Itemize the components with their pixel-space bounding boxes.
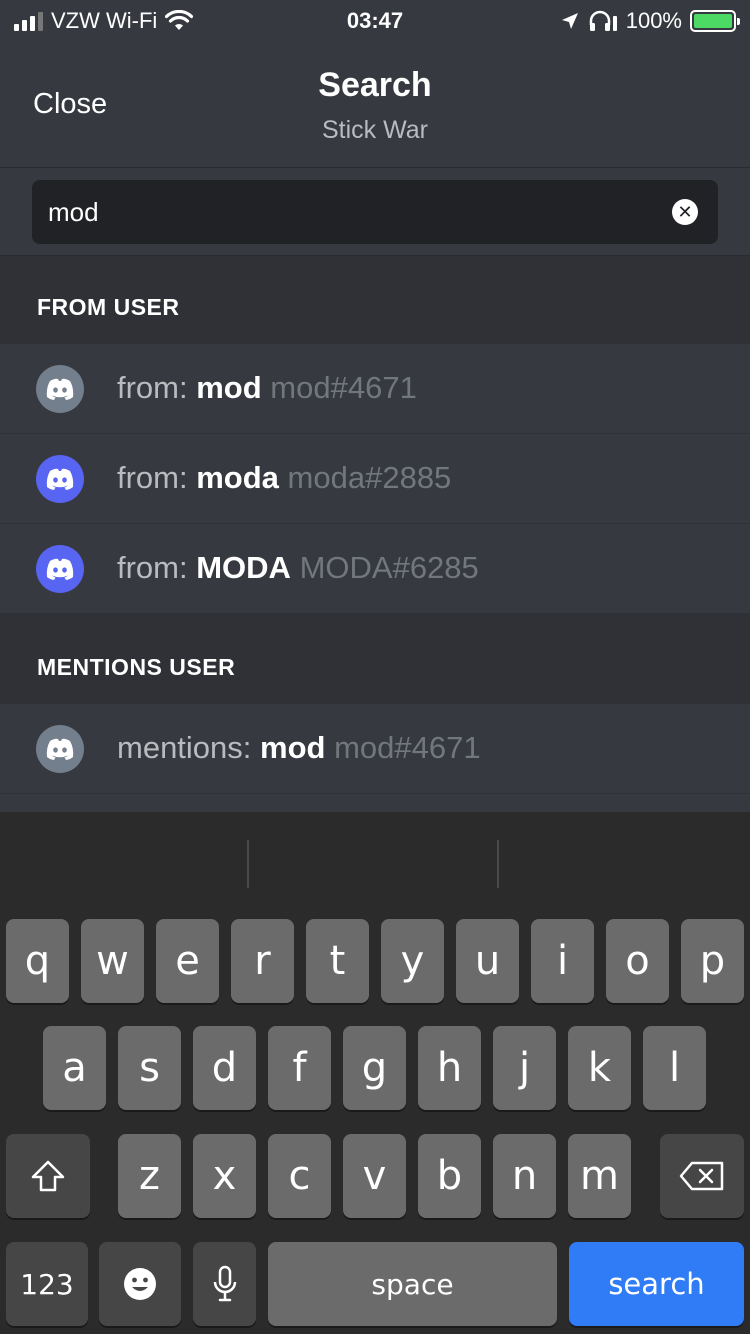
row-prefix: from: <box>117 460 197 495</box>
row-text: mentions: mod mod#4671 <box>117 730 481 766</box>
key-g[interactable]: g <box>343 1026 406 1110</box>
row-usertag: MODA#6285 <box>299 550 479 585</box>
key-d[interactable]: d <box>193 1026 256 1110</box>
key-j[interactable]: j <box>493 1026 556 1110</box>
key-n[interactable]: n <box>493 1134 556 1218</box>
key-w[interactable]: w <box>81 919 144 1003</box>
row-text: from: mod mod#4671 <box>117 370 417 406</box>
key-h[interactable]: h <box>418 1026 481 1110</box>
row-usertag: mod#4671 <box>270 370 417 405</box>
row-prefix: mentions: <box>117 730 261 765</box>
key-z[interactable]: z <box>118 1134 181 1218</box>
row-prefix: from: <box>117 550 197 585</box>
list-item[interactable]: mentions: mod mod#4671 <box>0 704 750 794</box>
key-v[interactable]: v <box>343 1134 406 1218</box>
status-right: 100% <box>560 8 740 34</box>
space-key[interactable]: space <box>268 1242 557 1326</box>
row-username: mod <box>196 370 262 405</box>
section-header-mentions-user: MENTIONS USER <box>0 616 750 704</box>
key-e[interactable]: e <box>156 919 219 1003</box>
row-username: MODA <box>196 550 291 585</box>
headphones-icon <box>589 10 617 31</box>
section-title: FROM USER <box>37 294 180 320</box>
location-arrow-icon <box>561 13 578 29</box>
discord-avatar-icon <box>36 725 84 773</box>
list-item[interactable]: from: moda moda#2885 <box>0 434 750 524</box>
key-o[interactable]: o <box>606 919 669 1003</box>
key-f[interactable]: f <box>268 1026 331 1110</box>
row-prefix: from: <box>117 370 197 405</box>
search-area: ✕ <box>0 168 750 256</box>
suggestion-divider <box>247 840 249 888</box>
key-y[interactable]: y <box>381 919 444 1003</box>
section-title: MENTIONS USER <box>37 654 236 680</box>
key-s[interactable]: s <box>118 1026 181 1110</box>
discord-avatar-icon <box>36 545 84 593</box>
key-m[interactable]: m <box>568 1134 631 1218</box>
shift-icon[interactable] <box>6 1134 90 1218</box>
battery-percent: 100% <box>625 8 682 33</box>
list-item[interactable]: from: MODA MODA#6285 <box>0 524 750 614</box>
key-q[interactable]: q <box>6 919 69 1003</box>
header: Close Search Stick War <box>0 40 750 168</box>
key-k[interactable]: k <box>568 1026 631 1110</box>
clear-icon[interactable]: ✕ <box>672 199 698 225</box>
emoji-icon[interactable] <box>99 1242 181 1326</box>
key-c[interactable]: c <box>268 1134 331 1218</box>
page-title: Search <box>318 66 432 104</box>
microphone-icon[interactable] <box>193 1242 256 1326</box>
discord-avatar-icon <box>36 365 84 413</box>
key-b[interactable]: b <box>418 1134 481 1218</box>
row-usertag: moda#2885 <box>287 460 452 495</box>
key-u[interactable]: u <box>456 919 519 1003</box>
key-a[interactable]: a <box>43 1026 106 1110</box>
key-t[interactable]: t <box>306 919 369 1003</box>
section-header-from-user: FROM USER <box>0 256 750 344</box>
search-key[interactable]: search <box>569 1242 744 1326</box>
delete-icon[interactable] <box>660 1134 744 1218</box>
numbers-key[interactable]: 123 <box>6 1242 88 1326</box>
key-p[interactable]: p <box>681 919 744 1003</box>
row-username: mod <box>260 730 326 765</box>
key-x[interactable]: x <box>193 1134 256 1218</box>
search-input[interactable] <box>48 180 648 244</box>
battery-icon <box>690 10 740 32</box>
key-l[interactable]: l <box>643 1026 706 1110</box>
row-username: moda <box>196 460 279 495</box>
key-i[interactable]: i <box>531 919 594 1003</box>
list-item[interactable]: from: mod mod#4671 <box>0 344 750 434</box>
key-r[interactable]: r <box>231 919 294 1003</box>
page-subtitle: Stick War <box>321 116 429 144</box>
row-usertag: mod#4671 <box>334 730 481 765</box>
status-bar: VZW Wi-Fi 03:47 100% <box>0 0 750 40</box>
discord-avatar-icon <box>36 455 84 503</box>
row-text: from: MODA MODA#6285 <box>117 550 479 586</box>
row-text: from: moda moda#2885 <box>117 460 451 496</box>
keyboard: q w e r t y u i o p a s d f g h j k l z … <box>0 812 750 1334</box>
suggestion-divider <box>497 840 499 888</box>
search-box[interactable]: ✕ <box>32 180 718 244</box>
